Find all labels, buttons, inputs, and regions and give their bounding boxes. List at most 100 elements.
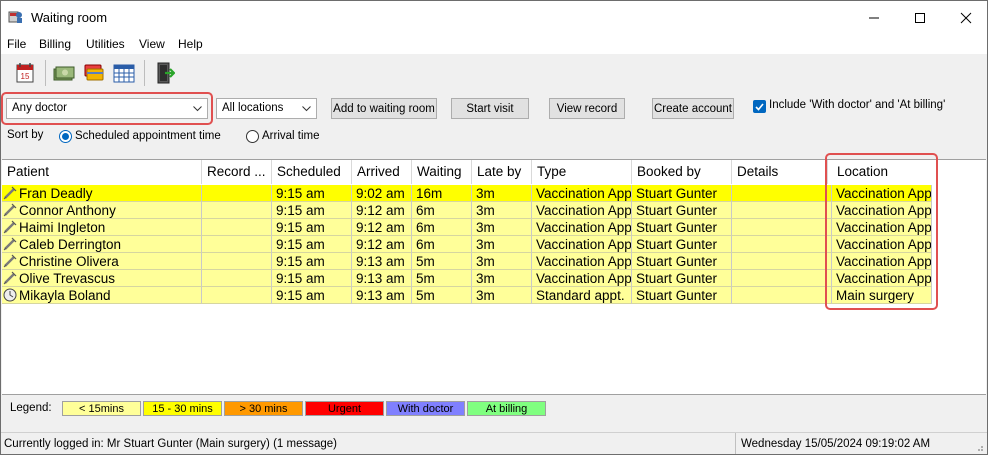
legend-label: Legend:	[10, 402, 52, 414]
table-row[interactable]: Mikayla Boland 9:15 am 9:13 am 5m 3m Standard…	[2, 287, 932, 304]
column-header-waiting[interactable]: Waiting	[412, 160, 472, 184]
cell-details	[732, 219, 832, 236]
cell-arrived: 9:13 am	[352, 287, 412, 304]
add-to-waiting-room-button[interactable]: Add to waiting room	[331, 98, 437, 119]
cards-icon	[84, 64, 104, 81]
column-header-record[interactable]: Record ...	[202, 160, 272, 184]
cell-record	[202, 253, 272, 270]
close-icon	[960, 12, 972, 23]
column-header-late-by[interactable]: Late by	[472, 160, 532, 184]
cell-waiting: 6m	[412, 219, 472, 236]
appointment-book-button[interactable]	[111, 60, 137, 86]
sort-scheduled-radio[interactable]	[59, 130, 72, 143]
column-header-arrived[interactable]: Arrived	[352, 160, 412, 184]
patient-name: Connor Anthony	[19, 203, 116, 218]
cell-patient: Haimi Ingleton	[2, 219, 202, 236]
cell-patient: Caleb Derrington	[2, 236, 202, 253]
menu-help[interactable]: Help	[178, 37, 203, 51]
include-checkbox[interactable]	[753, 100, 766, 113]
cell-type: Vaccination Appo	[532, 202, 632, 219]
cell-booked: Stuart Gunter	[632, 287, 732, 304]
column-header-details[interactable]: Details	[732, 160, 828, 184]
chevron-down-icon	[302, 106, 311, 112]
cell-patient: Mikayla Boland	[2, 287, 202, 304]
cell-late: 3m	[472, 236, 532, 253]
svg-text:15: 15	[21, 72, 30, 81]
column-header-scheduled[interactable]: Scheduled	[272, 160, 352, 184]
table-row[interactable]: Olive Trevascus 9:15 am 9:13 am 5m 3m Vaccina…	[2, 270, 932, 287]
cell-details	[732, 202, 832, 219]
maximize-button[interactable]	[897, 1, 943, 34]
patient-name: Christine Olivera	[19, 254, 119, 269]
column-header-booked-by[interactable]: Booked by	[632, 160, 732, 184]
close-button[interactable]	[943, 1, 988, 34]
login-status: Currently logged in: Mr Stuart Gunter (M…	[4, 438, 337, 450]
cell-arrived: 9:02 am	[352, 185, 412, 202]
syringe-icon	[3, 186, 17, 200]
sort-arrival-radio[interactable]	[246, 130, 259, 143]
cell-record	[202, 219, 272, 236]
cell-late: 3m	[472, 253, 532, 270]
menu-file[interactable]: File	[7, 37, 26, 51]
patient-name: Fran Deadly	[19, 186, 93, 201]
cell-arrived: 9:12 am	[352, 236, 412, 253]
cell-scheduled: 9:15 am	[272, 202, 352, 219]
cards-button[interactable]	[81, 60, 107, 86]
cell-type: Vaccination Appo	[532, 236, 632, 253]
cell-late: 3m	[472, 270, 532, 287]
start-visit-button[interactable]: Start visit	[451, 98, 529, 119]
exit-button[interactable]	[151, 60, 177, 86]
cell-patient: Christine Olivera	[2, 253, 202, 270]
create-account-button[interactable]: Create account	[652, 98, 734, 119]
menu-bar: File Billing Utilities View Help	[1, 34, 987, 54]
minimize-icon	[869, 17, 879, 18]
cell-type: Standard appt.	[532, 287, 632, 304]
cell-arrived: 9:13 am	[352, 253, 412, 270]
table-row[interactable]: Fran Deadly 9:15 am 9:02 am 16m 3m Vaccinatio…	[2, 185, 932, 202]
cell-late: 3m	[472, 202, 532, 219]
legend-swatch: With doctor	[386, 401, 465, 416]
include-checkbox-label: Include 'With doctor' and 'At billing'	[769, 99, 946, 111]
syringe-icon	[3, 254, 17, 268]
table-row[interactable]: Haimi Ingleton 9:15 am 9:12 am 6m 3m Vaccinat…	[2, 219, 932, 236]
location-dropdown[interactable]: All locations	[216, 98, 317, 119]
view-record-button[interactable]: View record	[549, 98, 625, 119]
cell-patient: Olive Trevascus	[2, 270, 202, 287]
cell-record	[202, 185, 272, 202]
calendar-button[interactable]: 15	[12, 60, 38, 86]
cell-booked: Stuart Gunter	[632, 202, 732, 219]
location-dropdown-value: All locations	[222, 102, 284, 114]
legend: Legend: < 15mins 15 - 30 mins > 30 mins Urg…	[2, 396, 986, 432]
cell-scheduled: 9:15 am	[272, 287, 352, 304]
patient-name: Haimi Ingleton	[19, 220, 106, 235]
sort-by-label: Sort by	[7, 129, 44, 141]
table-row[interactable]: Christine Olivera 9:15 am 9:13 am 5m 3m Vacci…	[2, 253, 932, 270]
cell-type: Vaccination Appo	[532, 219, 632, 236]
column-header-type[interactable]: Type	[532, 160, 632, 184]
sort-scheduled-label: Scheduled appointment time	[75, 130, 221, 142]
patient-name: Mikayla Boland	[19, 288, 111, 303]
column-header-patient[interactable]: Patient	[2, 160, 202, 184]
legend-swatch: < 15mins	[62, 401, 141, 416]
cell-record	[202, 287, 272, 304]
table-row[interactable]: Connor Anthony 9:15 am 9:12 am 6m 3m Vaccinat…	[2, 202, 932, 219]
resize-grip-icon[interactable]	[974, 442, 984, 452]
minimize-button[interactable]	[851, 1, 897, 34]
billing-button[interactable]	[51, 60, 77, 86]
cell-scheduled: 9:15 am	[272, 185, 352, 202]
cell-record	[202, 270, 272, 287]
toolbar-separator	[144, 60, 145, 86]
menu-utilities[interactable]: Utilities	[86, 37, 125, 51]
cell-waiting: 5m	[412, 253, 472, 270]
syringe-icon	[3, 271, 17, 285]
menu-billing[interactable]: Billing	[39, 37, 71, 51]
syringe-icon	[3, 203, 17, 217]
menu-view[interactable]: View	[139, 37, 165, 51]
cell-type: Vaccination Appo	[532, 270, 632, 287]
syringe-icon	[3, 220, 17, 234]
maximize-icon	[915, 12, 925, 23]
cell-booked: Stuart Gunter	[632, 185, 732, 202]
table-row[interactable]: Caleb Derrington 9:15 am 9:12 am 6m 3m Vaccin…	[2, 236, 932, 253]
legend-swatch: At billing	[467, 401, 546, 416]
patient-name: Olive Trevascus	[19, 271, 116, 286]
